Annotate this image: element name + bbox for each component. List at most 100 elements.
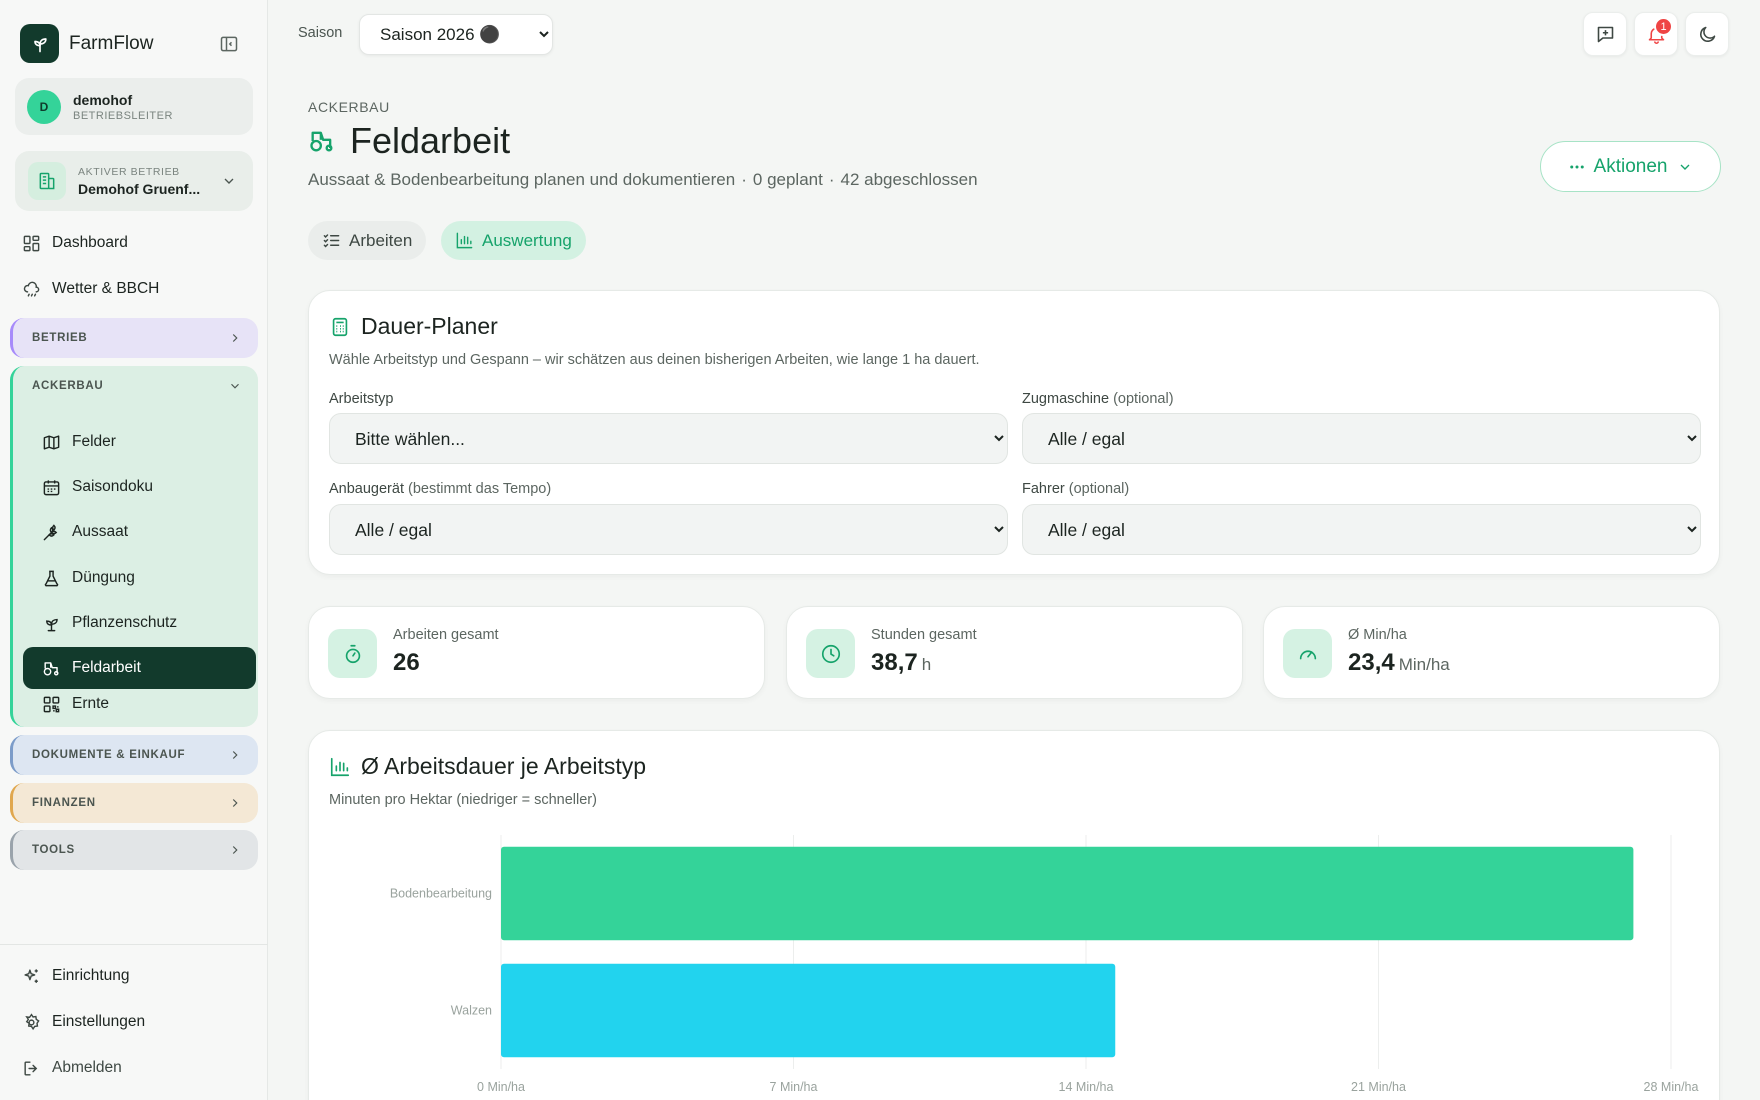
group-tools[interactable]: TOOLS — [10, 830, 258, 870]
subtitle-planned: 0 geplant — [752, 170, 823, 189]
group-betrieb[interactable]: BETRIEB — [10, 318, 258, 358]
stat-value: 26 — [393, 649, 420, 676]
nav-dashboard[interactable]: Dashboard — [20, 228, 128, 258]
sparkles-icon — [20, 965, 42, 987]
bar-walzen — [501, 963, 1116, 1058]
page-title: Feldarbeit — [350, 120, 511, 161]
tractor-icon — [310, 131, 333, 152]
chevron-down-icon — [231, 383, 239, 389]
sprout-logo-icon — [20, 24, 59, 63]
moon-icon — [1699, 26, 1715, 42]
sidebar-item-ernte[interactable]: Ernte — [23, 683, 256, 725]
nav-einstellungen[interactable]: Einstellungen — [20, 1007, 145, 1037]
group-ackerbau: ACKERBAU Felder Saisondoku Aussaat Düngu… — [10, 366, 258, 727]
sidebar-item-pflanzenschutz[interactable]: Pflanzenschutz — [23, 602, 256, 644]
message-plus-icon — [1597, 26, 1613, 42]
breadcrumb: ACKERBAU — [308, 99, 390, 115]
group-ackerbau-header[interactable]: ACKERBAU — [13, 366, 258, 406]
sidebar-divider — [0, 944, 268, 945]
anbaugeraet-select[interactable]: Alle / egal — [329, 504, 1008, 555]
notifications-button[interactable]: 1 — [1634, 12, 1678, 56]
list-check-icon — [322, 231, 341, 250]
sidebar-item-duengung[interactable]: Düngung — [23, 557, 256, 599]
flask-icon — [40, 567, 62, 589]
app-name: FarmFlow — [69, 32, 154, 54]
category-label: Walzen — [451, 1004, 492, 1018]
category-label: Bodenbearbeitung — [390, 887, 492, 901]
brand[interactable]: FarmFlow — [20, 24, 153, 63]
nav-abmelden[interactable]: Abmelden — [20, 1053, 122, 1083]
dauer-planer-title: Dauer-Planer — [361, 313, 498, 339]
subtitle-main: Aussaat & Bodenbearbeitung planen und do… — [308, 170, 736, 189]
sidebar-item-saisondoku[interactable]: Saisondoku — [23, 466, 256, 508]
stopwatch-icon — [328, 629, 377, 678]
theme-toggle-button[interactable] — [1685, 12, 1729, 56]
x-tick-label: 21 Min/ha — [1351, 1080, 1406, 1094]
tractor-icon — [40, 657, 62, 679]
group-finanzen[interactable]: FINANZEN — [10, 783, 258, 823]
chevron-right-icon — [232, 751, 238, 759]
x-tick-label: 14 Min/ha — [1059, 1080, 1114, 1094]
fahrer-label: Fahrer (optional) — [1022, 481, 1130, 497]
nav-einrichtung[interactable]: Einrichtung — [20, 961, 130, 991]
chevron-down-icon — [1680, 164, 1690, 170]
group-betrieb-label: BETRIEB — [32, 332, 88, 344]
gear-icon — [20, 1011, 42, 1033]
notification-badge: 1 — [1654, 17, 1673, 36]
stat-label: Ø Min/ha — [1348, 627, 1407, 643]
sidebar-item-aussaat[interactable]: Aussaat — [23, 511, 256, 553]
subtitle-done: 42 abgeschlossen — [840, 170, 978, 189]
building-icon — [28, 162, 66, 200]
anbaugeraet-label: Anbaugerät (bestimmt das Tempo) — [329, 481, 552, 497]
betrieb-label: AKTIVER BETRIEB — [78, 165, 180, 178]
nav-abmelden-label: Abmelden — [52, 1059, 122, 1076]
logout-icon — [20, 1057, 42, 1079]
arbeitstyp-label: Arbeitstyp — [329, 391, 394, 407]
dauer-planer-card: Dauer-Planer Wähle Arbeitstyp und Gespan… — [308, 290, 1720, 575]
sidebar-collapse-icon[interactable] — [218, 33, 240, 55]
dashboard-icon — [20, 232, 42, 254]
map-icon — [40, 431, 62, 453]
stat-value: 38,7 h — [871, 649, 932, 676]
arbeitstyp-select[interactable]: Bitte wählen... — [329, 413, 1008, 464]
sidebar-item-felder[interactable]: Felder — [23, 421, 256, 463]
actions-label: Aktionen — [1593, 155, 1668, 177]
chevron-right-icon — [232, 846, 238, 854]
sidebar-item-label: Düngung — [72, 569, 135, 586]
page-title-row: Feldarbeit — [308, 120, 510, 162]
arbeitsdauer-chart-card: Ø Arbeitsdauer je Arbeitstyp Minuten pro… — [308, 730, 1720, 1100]
tab-arbeiten-label: Arbeiten — [349, 230, 413, 250]
nav-wetter-label: Wetter & BBCH — [52, 280, 160, 297]
chevron-right-icon — [232, 334, 238, 342]
chevron-right-icon — [232, 799, 238, 807]
group-finanzen-label: FINANZEN — [32, 797, 96, 809]
feedback-button[interactable] — [1583, 12, 1627, 56]
stat-label: Stunden gesamt — [871, 627, 977, 643]
sidebar-item-label: Pflanzenschutz — [72, 614, 178, 631]
zugmaschine-select[interactable]: Alle / egal — [1022, 413, 1701, 464]
sidebar: FarmFlow D demohof BETRIEBSLEITER AKTIVE… — [0, 0, 268, 1100]
actions-button[interactable]: Aktionen — [1540, 141, 1721, 192]
season-select[interactable]: Saison 2026 ⚫ — [359, 14, 553, 55]
group-ackerbau-label: ACKERBAU — [32, 380, 104, 392]
more-horizontal-icon — [1569, 165, 1584, 168]
active-betrieb-switcher[interactable]: AKTIVER BETRIEB Demohof Gruenf... — [15, 151, 253, 211]
season-label: Saison — [298, 25, 343, 41]
arbeitsdauer-bar-chart: 0 Min/ha 7 Min/ha 14 Min/ha 21 Min/ha 28 Min… — [390, 835, 1698, 1094]
tab-arbeiten[interactable]: Arbeiten — [308, 221, 427, 260]
chevron-down-icon — [221, 173, 237, 194]
stat-card-stunden: Stunden gesamt 38,7 h — [786, 606, 1243, 699]
nav-einstellungen-label: Einstellungen — [52, 1013, 146, 1030]
group-dokumente[interactable]: DOKUMENTE & EINKAUF — [10, 735, 258, 775]
tab-auswertung[interactable]: Auswertung — [441, 221, 586, 260]
nav-wetter[interactable]: Wetter & BBCH — [20, 274, 159, 304]
stat-card-minha: Ø Min/ha 23,4 Min/ha — [1263, 606, 1720, 699]
zugmaschine-label: Zugmaschine (optional) — [1022, 391, 1174, 407]
user-role: BETRIEBSLEITER — [73, 109, 173, 122]
wheat-icon — [40, 521, 62, 543]
user-name: demohof — [73, 91, 133, 108]
user-card[interactable]: D demohof BETRIEBSLEITER — [15, 78, 253, 135]
calendar-icon — [40, 476, 62, 498]
fahrer-select[interactable]: Alle / egal — [1022, 504, 1701, 555]
calculator-icon — [329, 316, 351, 338]
